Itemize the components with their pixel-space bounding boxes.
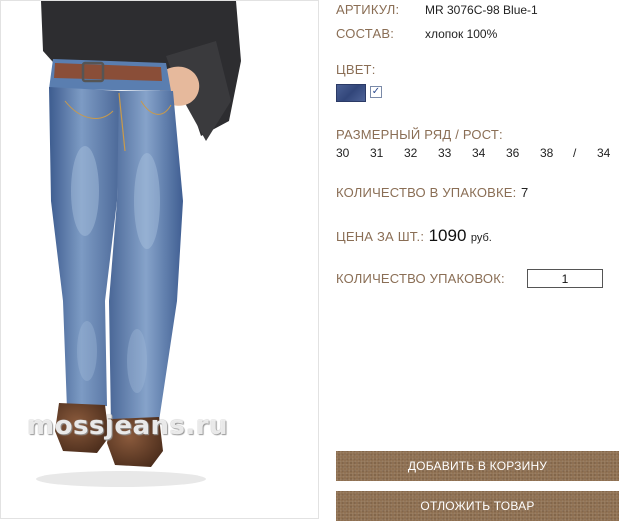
jeans-illustration bbox=[36, 1, 241, 487]
pack-qty-label: КОЛИЧЕСТВО В УПАКОВКЕ: bbox=[336, 185, 517, 200]
add-to-cart-button[interactable]: ДОБАВИТЬ В КОРЗИНУ bbox=[336, 451, 619, 481]
packs-label: КОЛИЧЕСТВО УПАКОВОК: bbox=[336, 271, 505, 286]
price-label: ЦЕНА ЗА ШТ.: bbox=[336, 229, 425, 244]
size-option: 32 bbox=[404, 146, 418, 160]
composition-label: СОСТАВ: bbox=[336, 26, 395, 41]
price-currency: руб. bbox=[470, 232, 492, 244]
size-option: 33 bbox=[438, 146, 452, 160]
price-value: 1090 bbox=[428, 226, 467, 245]
composition-value: хлопок 100% bbox=[425, 27, 498, 41]
article-value: MR 3076C-98 Blue-1 bbox=[425, 3, 538, 17]
pack-qty-row: КОЛИЧЕСТВО В УПАКОВКЕ: 7 bbox=[336, 184, 528, 202]
size-option: 36 bbox=[506, 146, 520, 160]
color-checkbox[interactable]: ✓ bbox=[370, 86, 382, 98]
price-row: ЦЕНА ЗА ШТ.: 1090 руб. bbox=[336, 226, 492, 246]
packs-quantity-input[interactable] bbox=[527, 269, 603, 288]
size-option: 38 bbox=[540, 146, 554, 160]
article-label: АРТИКУЛ: bbox=[336, 2, 400, 17]
size-option: 34 bbox=[472, 146, 486, 160]
product-photo[interactable]: mossjeans.ru bbox=[0, 0, 319, 519]
size-label: РАЗМЕРНЫЙ РЯД / РОСТ: bbox=[336, 127, 503, 142]
pack-qty-value: 7 bbox=[520, 185, 529, 200]
watermark: mossjeans.ru bbox=[27, 411, 229, 441]
height-value: 34 bbox=[597, 146, 611, 160]
size-option: 30 bbox=[336, 146, 350, 160]
color-label: ЦВЕТ: bbox=[336, 62, 376, 77]
color-swatch[interactable] bbox=[336, 84, 366, 102]
size-separator: / bbox=[573, 146, 577, 160]
postpone-button[interactable]: ОТЛОЖИТЬ ТОВАР bbox=[336, 491, 619, 521]
size-option: 31 bbox=[370, 146, 384, 160]
